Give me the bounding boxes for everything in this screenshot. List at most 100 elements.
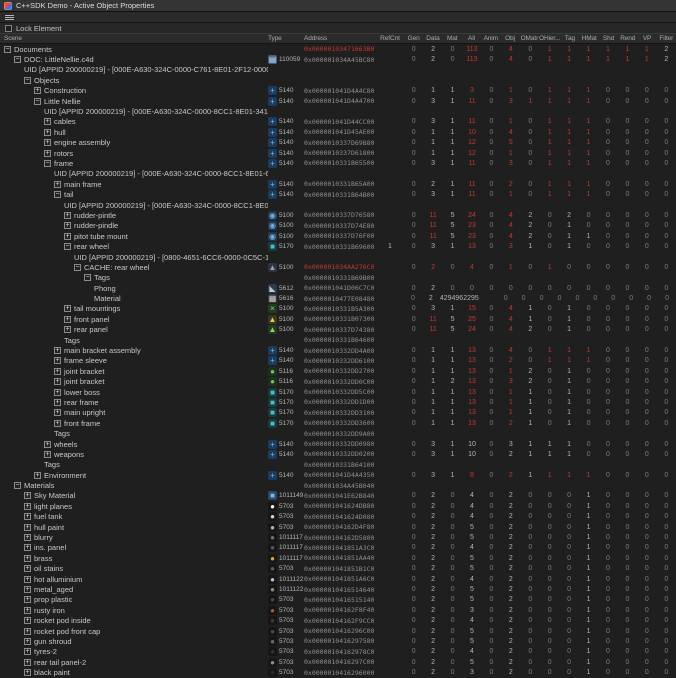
collapse-toggle[interactable]: −	[44, 159, 51, 167]
expand-toggle[interactable]: +	[64, 211, 71, 219]
column-header-obj[interactable]: Obj	[500, 35, 519, 42]
tree-row[interactable]: + pitot tube mount ◉ 5100 0x0000010337D76F00…	[0, 231, 676, 241]
expand-toggle[interactable]: +	[44, 128, 51, 136]
expand-toggle[interactable]: +	[24, 492, 31, 500]
collapse-toggle[interactable]: −	[4, 45, 11, 53]
tree-row[interactable]: + rudder-pindle ◉ 5100 0x0000010337D74E80 0 11…	[0, 221, 676, 231]
expand-toggle[interactable]: +	[64, 305, 71, 313]
tree-row[interactable]: + rusty iron ● 5703 0x00000104162F8F40 0 2 0 3 0 2…	[0, 605, 676, 615]
tree-row[interactable]: + front frame ■ 5170 0x0000010332DD3600 0 1 1 13…	[0, 418, 676, 428]
expand-toggle[interactable]: +	[24, 502, 31, 510]
expand-toggle[interactable]: +	[54, 180, 61, 188]
tree-row[interactable]: + light planes ● 5703 0x000001041624DB80 0 2 0 4…	[0, 501, 676, 511]
collapse-toggle[interactable]: −	[74, 263, 81, 271]
expand-toggle[interactable]: +	[24, 534, 31, 542]
expand-toggle[interactable]: +	[64, 222, 71, 230]
tree-row[interactable]: + rear frame ■ 5170 0x0000010332DD1D00 0 1 1 13 0…	[0, 397, 676, 407]
collapse-toggle[interactable]: −	[34, 97, 41, 105]
tree-row[interactable]: UID [APPID 200000219] - [0800-4651-6CC6-…	[0, 252, 676, 262]
hamburger-menu-icon[interactable]	[5, 14, 14, 21]
column-header-shd[interactable]: Shd	[599, 35, 618, 42]
tree-row[interactable]: + engine assembly +5140 0x0000010337D69B80 0…	[0, 138, 676, 148]
tree-row[interactable]: − Objects	[0, 75, 676, 85]
tree-row[interactable]: − rear wheel ■ 5170 0x0000010331B69600 1 0 3 1 13…	[0, 241, 676, 252]
expand-toggle[interactable]: +	[24, 544, 31, 552]
expand-toggle[interactable]: +	[44, 440, 51, 448]
tree-row[interactable]: + hull +5140 0x000001041D45AE00 0 1 1 10 0 4 0 1 1 1 0…	[0, 127, 676, 137]
expand-toggle[interactable]: +	[44, 450, 51, 458]
lock-element-checkbox[interactable]	[5, 24, 12, 32]
expand-toggle[interactable]: +	[54, 419, 61, 427]
expand-toggle[interactable]: +	[24, 575, 31, 583]
expand-toggle[interactable]: +	[64, 326, 71, 334]
tree-row[interactable]: + lower boss ■ 5170 0x0000010332DD5C00 0 1 1 13 0…	[0, 387, 676, 397]
tree-row[interactable]: + rear tail panel-2 ● 5703 0x0000010416297C0…	[0, 657, 676, 667]
tree-row[interactable]: − Little Nellie +5140 0x000001041D4A4700 0 3 1…	[0, 96, 676, 106]
tree-row[interactable]: + rudder-pintle ◉ 5100 0x0000010337D76580 0 11…	[0, 210, 676, 220]
tree-row[interactable]: + ins. panel ● 1011117 0x000001041851A3C0 0 2 0…	[0, 543, 676, 553]
tree-row[interactable]: − tail +5140 0x0000010331B64B00 0 3 1 11 0 1 0 1 1 1 0…	[0, 189, 676, 200]
expand-toggle[interactable]: +	[24, 637, 31, 645]
tree-row[interactable]: + tyres-2 ● 5703 0x00000104162978C0 0 2 0 4 0 2 0 0 0…	[0, 647, 676, 657]
column-header-vp[interactable]: VP	[637, 35, 656, 42]
expand-toggle[interactable]: +	[64, 232, 71, 240]
expand-toggle[interactable]: +	[24, 606, 31, 614]
tree-row[interactable]: UID [APPID 200000219] - [000E-A630-324C-…	[0, 169, 676, 179]
collapse-toggle[interactable]: −	[14, 482, 21, 490]
expand-toggle[interactable]: +	[24, 617, 31, 625]
tree-row[interactable]: + front panel ▲ 5100 0x0000010331B07300 0 11 5 2…	[0, 314, 676, 324]
tree-row[interactable]: + gun shroud ● 5703 0x0000010416297580 0 2 0 5 0 2…	[0, 636, 676, 646]
expand-toggle[interactable]: +	[24, 648, 31, 656]
column-header-omatr[interactable]: OMatr	[520, 35, 539, 42]
expand-toggle[interactable]: +	[24, 565, 31, 573]
expand-toggle[interactable]: +	[54, 357, 61, 365]
title-bar[interactable]: C++SDK Demo - Active Object Properties	[0, 0, 676, 12]
expand-toggle[interactable]: +	[24, 554, 31, 562]
tree-row[interactable]: − DOC: LittleNellie.c4d ▤ 110059 0x000001034…	[0, 54, 676, 65]
tree-row[interactable]: Tags 0x0000010331B64600	[0, 335, 676, 345]
column-header-type[interactable]: Type	[268, 35, 304, 42]
expand-toggle[interactable]: +	[24, 523, 31, 531]
tree-row[interactable]: − Tags 0x0000010331B69B00	[0, 273, 676, 283]
tree-row[interactable]: UID [APPID 200000219] - [000E-A630-324C-…	[0, 106, 676, 116]
tree-row[interactable]: − Materials 0x000001034A45B040	[0, 480, 676, 490]
tree-row[interactable]: + prop plastic ● 5703 0x0000010416515140 0 2 0 5…	[0, 595, 676, 605]
tree-row[interactable]: + cables +5140 0x000001041D44CC00 0 3 1 11 0 1 0 1 1…	[0, 117, 676, 127]
column-header-rend[interactable]: Rend	[618, 35, 637, 42]
column-header-ohier[interactable]: OHier...	[539, 35, 560, 42]
tree-row[interactable]: + weapons +5140 0x0000010332DD0200 0 3 1 10 0 2 1 1…	[0, 449, 676, 459]
tree-row[interactable]: + brass ● 1011117 0x000001041851AA40 0 2 0 5 0 2 0 0…	[0, 553, 676, 563]
expand-toggle[interactable]: +	[54, 347, 61, 355]
expand-toggle[interactable]: +	[64, 315, 71, 323]
tree-row[interactable]: + wheels +5140 0x0000010332DD0980 0 3 1 10 0 3 1 1 1…	[0, 439, 676, 449]
collapse-toggle[interactable]: −	[54, 191, 61, 199]
expand-toggle[interactable]: +	[54, 388, 61, 396]
expand-toggle[interactable]: +	[34, 471, 41, 479]
tree-row[interactable]: + blurry ● 1011117 0x00000104162D5800 0 2 0 5 0 2 0…	[0, 532, 676, 543]
column-header-address[interactable]: Address	[304, 35, 376, 42]
expand-toggle[interactable]: +	[54, 409, 61, 417]
collapse-toggle[interactable]: −	[64, 243, 71, 251]
expand-toggle[interactable]: +	[54, 378, 61, 386]
expand-toggle[interactable]: +	[24, 586, 31, 593]
collapse-toggle[interactable]: −	[24, 76, 31, 84]
column-header-tag[interactable]: Tag	[560, 35, 579, 42]
column-header-all[interactable]: All	[462, 35, 481, 42]
column-header-refcnt[interactable]: RefCnt	[376, 35, 404, 42]
tree-row[interactable]: + joint bracket ● 5116 0x0000010332DD2700 0 1 1…	[0, 366, 676, 376]
expand-toggle[interactable]: +	[24, 658, 31, 666]
tree-row[interactable]: + Environment +5140 0x000001041D4A4350 0 3 1 8 0…	[0, 470, 676, 480]
tree-row[interactable]: + tail mountings × 5100 0x0000010331B5A300 0 3…	[0, 304, 676, 314]
tree-row[interactable]: + black paint ● 5703 0x0000010416296000 0 2 0 3 0…	[0, 667, 676, 678]
expand-toggle[interactable]: +	[24, 669, 31, 677]
column-header-filter[interactable]: Filter	[657, 35, 676, 42]
column-header-mat[interactable]: Mat	[443, 35, 462, 42]
tree-row[interactable]: + hot alluminium ● 1011122 0x000001041851A6C…	[0, 574, 676, 584]
tree-row[interactable]: + rear panel ▲ 5100 0x0000010337D74380 0 11 5 24…	[0, 325, 676, 335]
tree-row[interactable]: + rocket pod inside ● 5703 0x00000104162F9CC…	[0, 615, 676, 626]
expand-toggle[interactable]: +	[44, 139, 51, 147]
collapse-toggle[interactable]: −	[84, 274, 91, 282]
tree-row[interactable]: + main bracket assembly +5140 0x0000010332D…	[0, 345, 676, 356]
column-header-hmat[interactable]: HMat	[580, 35, 599, 42]
expand-toggle[interactable]: +	[34, 87, 41, 95]
